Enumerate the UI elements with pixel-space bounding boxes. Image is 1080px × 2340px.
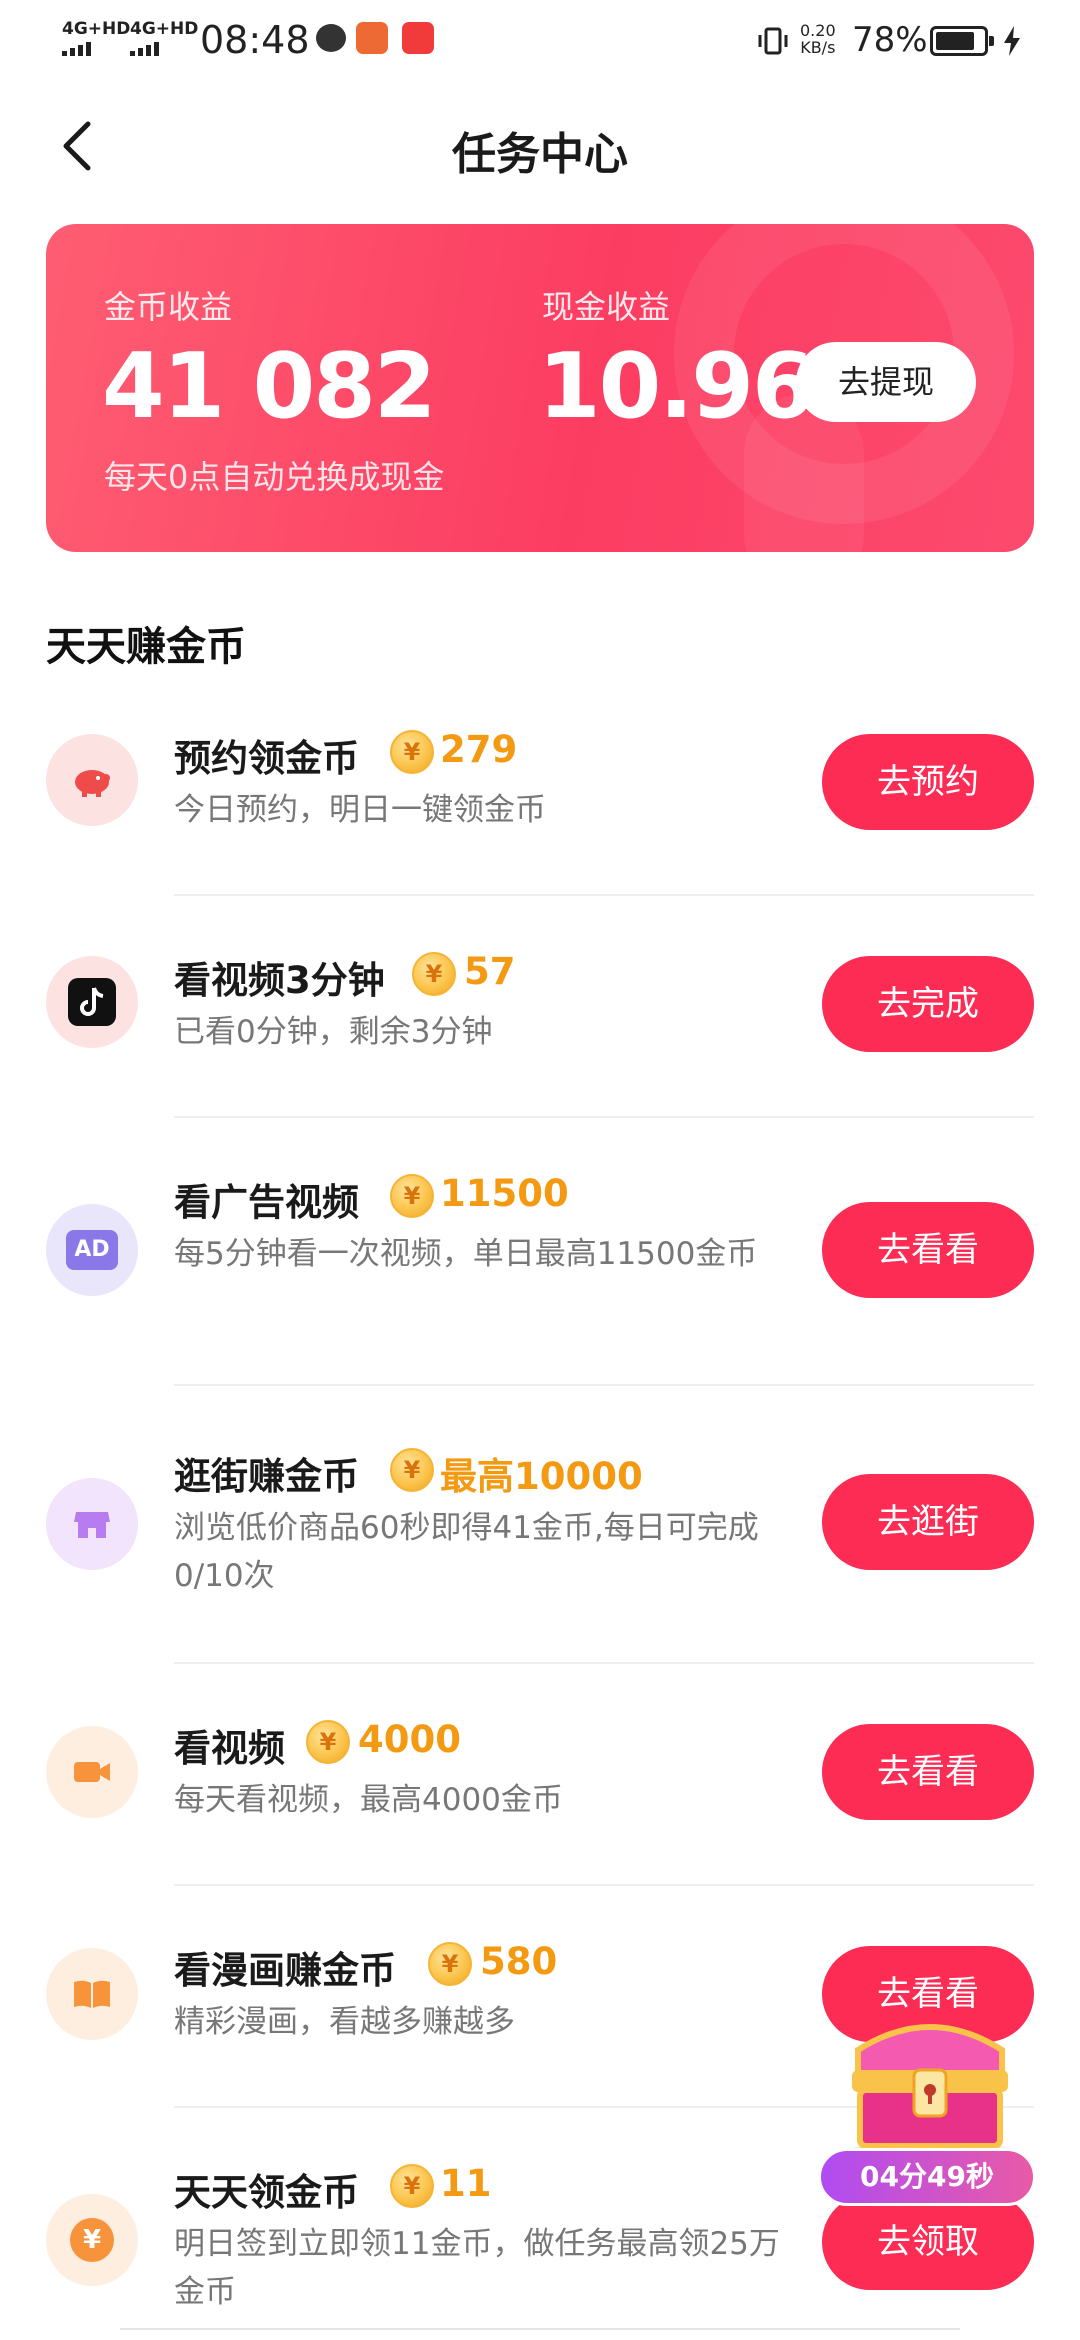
reserve-button[interactable]: 去预约 (822, 734, 1034, 830)
video-camera-icon (46, 1726, 138, 1818)
ad-icon: AD (46, 1204, 138, 1296)
status-bar: 4G+HD 4G+HD 08:48 0.20 KB/s 78% (0, 0, 1080, 84)
task-description: 每天看视频，最高4000金币 (174, 1782, 563, 1818)
page-title: 任务中心 (452, 129, 628, 180)
task-reward: 57 (464, 950, 516, 993)
divider (174, 1662, 1034, 1664)
task-name: 逛街赚金币 (174, 1455, 359, 1498)
divider (174, 1384, 1034, 1386)
bottom-edge (120, 2328, 960, 2336)
task-reward: 279 (440, 728, 518, 771)
withdraw-button[interactable]: 去提现 (796, 342, 976, 422)
charging-bolt-icon (1004, 26, 1020, 56)
signal-indicator-1: 4G+HD (62, 20, 130, 56)
task-reward: 4000 (358, 1718, 461, 1761)
divider (174, 1884, 1034, 1886)
watch-button[interactable]: 去看看 (822, 1724, 1034, 1820)
task-description: 今日预约，明日一键领金币 (174, 792, 546, 828)
task-description: 明日签到立即领11金币，做任务最高领25万金币 (174, 2226, 780, 2310)
task-reward: 11500 (440, 1172, 569, 1215)
earnings-card: 金币收益 41 082 现金收益 10.96 去提现 每天0点自动兑换成现金 (46, 224, 1034, 552)
vibrate-icon (758, 27, 788, 55)
battery-percent: 78% (852, 20, 928, 60)
task-description: 精彩漫画，看越多赚越多 (174, 2004, 515, 2040)
book-icon (46, 1948, 138, 2040)
coin-icon: ¥ (306, 1720, 350, 1764)
task-name: 看广告视频 (174, 1181, 359, 1224)
message-bubble-icon (316, 24, 346, 52)
signal-bars-icon (130, 40, 198, 56)
page-header: 任务中心 (0, 96, 1080, 196)
coin-icon: ¥ (412, 952, 456, 996)
task-reward: 最高10000 (440, 1455, 643, 1498)
claim-button[interactable]: 去领取 (822, 2194, 1034, 2290)
tiktok-icon (46, 956, 138, 1048)
coin-icon: ¥ (390, 2164, 434, 2208)
complete-button[interactable]: 去完成 (822, 956, 1034, 1052)
coin-icon: ¥ (390, 1448, 434, 1492)
coin-earnings-value: 41 082 (102, 334, 436, 439)
network-type-label: 4G+HD (62, 19, 131, 39)
task-name: 看漫画赚金币 (174, 1949, 396, 1992)
network-speed: 0.20 KB/s (800, 21, 836, 57)
coin-icon: ¥ (428, 1942, 472, 1986)
coin-icon: ¥ (390, 1174, 434, 1218)
auto-exchange-note: 每天0点自动兑换成现金 (104, 458, 445, 496)
cash-earnings-label: 现金收益 (542, 288, 671, 326)
task-name: 看视频 (174, 1727, 285, 1770)
coin-icon: ¥ (390, 730, 434, 774)
chest-countdown-timer[interactable]: 04分49秒 (818, 2148, 1036, 2206)
watch-button[interactable]: 去看看 (822, 1202, 1034, 1298)
task-name: 天天领金币 (174, 2171, 359, 2214)
task-description: 每5分钟看一次视频，单日最高11500金币 (174, 1236, 758, 1272)
clock: 08:48 (200, 18, 310, 62)
signal-indicator-2: 4G+HD (130, 20, 198, 56)
yuan-coin-icon: ¥ (46, 2194, 138, 2286)
network-type-label: 4G+HD (130, 19, 199, 39)
shop-icon (46, 1478, 138, 1570)
battery-icon (930, 26, 994, 56)
task-description: 已看0分钟，剩余3分钟 (174, 1014, 493, 1050)
section-title: 天天赚金币 (46, 624, 246, 670)
task-description: 浏览低价商品60秒即得41金币,每日可完成0/10次 (174, 1510, 759, 1594)
signal-bars-icon (62, 40, 130, 56)
piggy-bank-icon (46, 734, 138, 826)
divider (174, 894, 1034, 896)
task-reward: 11 (440, 2162, 492, 2205)
treasure-chest-icon[interactable] (830, 2010, 1030, 2160)
task-reward: 580 (480, 1940, 558, 1983)
divider (174, 1116, 1034, 1118)
task-name: 看视频3分钟 (174, 959, 385, 1002)
shopping-button[interactable]: 去逛街 (822, 1474, 1034, 1570)
task-name: 预约领金币 (174, 737, 359, 780)
securities-app-icon (356, 22, 388, 54)
coin-earnings-label: 金币收益 (104, 288, 233, 326)
video-app-icon (402, 22, 434, 54)
cash-earnings-value: 10.96 (538, 334, 815, 439)
